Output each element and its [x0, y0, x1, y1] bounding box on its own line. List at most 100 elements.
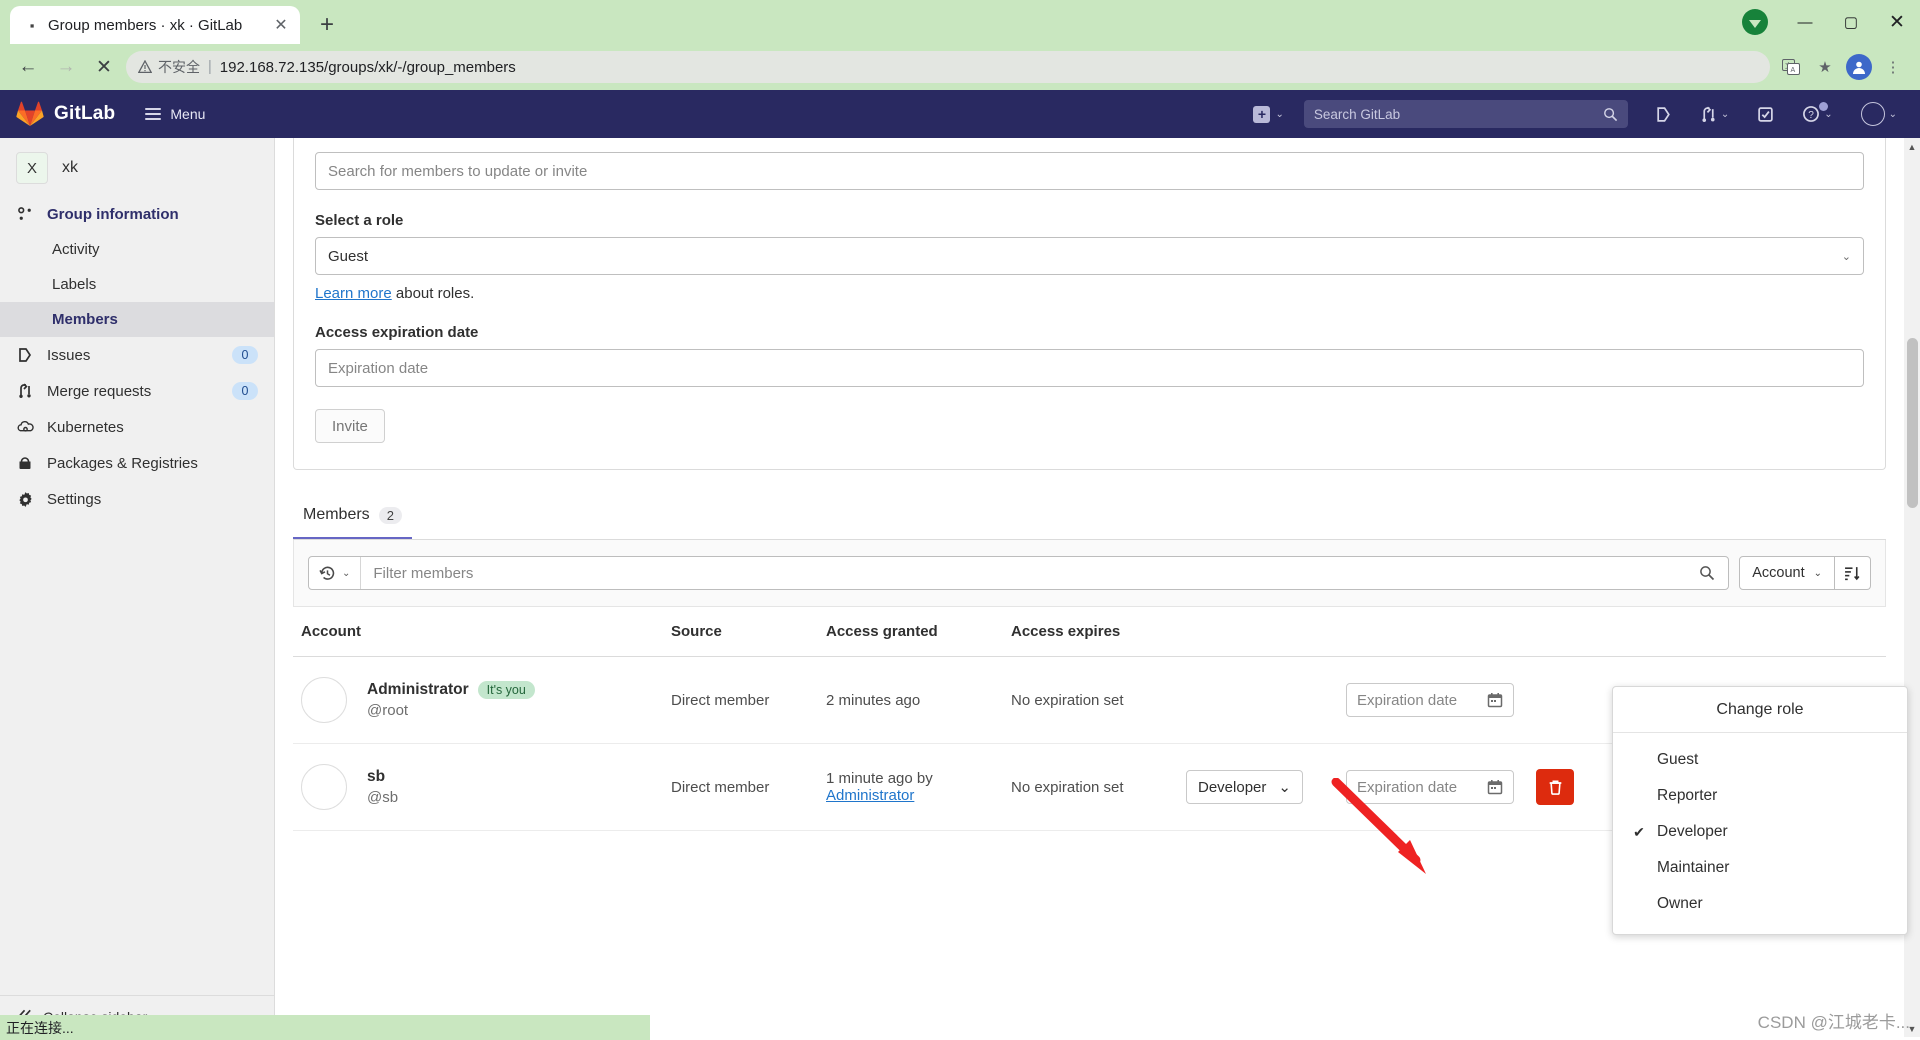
translate-icon[interactable]: 文 A [1776, 52, 1806, 82]
avatar [301, 677, 347, 723]
insecure-indicator[interactable]: 不安全 [138, 57, 200, 77]
scroll-up-arrow-icon[interactable]: ▲ [1904, 138, 1920, 155]
member-search-input[interactable] [315, 152, 1864, 190]
group-icon [16, 205, 34, 223]
browser-tabstrip: ▪ Group members · xk · GitLab ✕ + — ▢ ✕ [0, 0, 1920, 44]
issues-icon [1657, 106, 1670, 122]
expiration-date-input[interactable] [1357, 691, 1481, 709]
sidebar-item-packages-registries[interactable]: Packages & Registries [0, 445, 274, 481]
gitlab-brand-label: GitLab [54, 103, 116, 124]
merge-requests-nav-button[interactable]: ⌄ [1693, 106, 1736, 123]
access-expiration-input[interactable] [315, 349, 1864, 387]
new-tab-button[interactable]: + [310, 8, 344, 42]
recording-indicator-icon[interactable] [1742, 9, 1768, 35]
sidebar-item-merge-requests[interactable]: Merge requests 0 [0, 373, 274, 409]
member-role-dropdown-button[interactable]: Developer ⌄ [1186, 770, 1303, 804]
stop-loading-button[interactable]: ✕ [88, 51, 120, 83]
tab-close-icon[interactable]: ✕ [270, 14, 292, 36]
gitlab-home-link[interactable]: GitLab [16, 101, 115, 127]
browser-tab[interactable]: ▪ Group members · xk · GitLab ✕ [10, 6, 300, 44]
role-select[interactable]: Guest ⌄ [315, 237, 1864, 275]
sort-direction-button[interactable] [1835, 556, 1871, 590]
url-bar[interactable]: 不安全 | 192.168.72.135/groups/xk/-/group_m… [126, 51, 1770, 83]
svg-text:?: ? [1808, 110, 1814, 121]
sidebar-item-issues[interactable]: Issues 0 [0, 337, 274, 373]
table-header-row: Account Source Access granted Access exp… [293, 607, 1886, 657]
filter-members-box[interactable]: ⌄ [308, 556, 1730, 590]
insecure-label: 不安全 [158, 59, 200, 75]
sidebar-item-settings[interactable]: Settings [0, 481, 274, 517]
expiration-date-input[interactable] [1357, 778, 1481, 796]
sort-descending-icon [1845, 566, 1860, 580]
role-select-value: Guest [328, 247, 369, 265]
gitlab-logo-icon [16, 101, 44, 126]
column-role [1178, 607, 1338, 657]
member-name[interactable]: sb [367, 768, 398, 786]
app-body: X xk Group information Activity Labels M… [0, 138, 1920, 1037]
member-name[interactable]: Administrator It's you [367, 681, 535, 699]
column-access-granted: Access granted [818, 607, 1003, 657]
granted-by-link[interactable]: Administrator [826, 787, 914, 804]
todos-nav-button[interactable] [1750, 106, 1781, 123]
sidebar-item-members[interactable]: Members [0, 302, 274, 337]
invite-button[interactable]: Invite [315, 409, 385, 443]
role-option-owner[interactable]: Owner [1613, 886, 1907, 922]
granted-time-label: 1 minute ago by [826, 770, 933, 787]
role-option-guest[interactable]: Guest [1613, 742, 1907, 778]
cell-source: Direct member [663, 656, 818, 744]
maximize-button[interactable]: ▢ [1828, 0, 1874, 44]
role-option-maintainer[interactable]: Maintainer [1613, 850, 1907, 886]
column-account: Account [293, 607, 663, 657]
main-menu-button[interactable]: Menu [145, 106, 205, 122]
remove-member-button[interactable] [1536, 769, 1574, 805]
role-option-developer[interactable]: ✔ Developer [1613, 814, 1907, 850]
chevron-down-icon: ⌄ [1275, 108, 1284, 120]
bookmark-star-icon[interactable]: ★ [1810, 52, 1840, 82]
role-option-label: Guest [1657, 751, 1699, 768]
user-menu-button[interactable]: ⌄ [1854, 102, 1904, 126]
member-name-label: Administrator [367, 681, 469, 698]
chevron-down-icon: ⌄ [1888, 108, 1897, 120]
help-nav-button[interactable]: ? ⌄ [1795, 102, 1839, 123]
help-circle-icon: ? [1803, 106, 1820, 122]
search-icon [1700, 566, 1715, 581]
role-option-reporter[interactable]: Reporter [1613, 778, 1907, 814]
group-header[interactable]: X xk [0, 138, 274, 196]
scrollbar-thumb[interactable] [1907, 338, 1918, 508]
tab-count-badge: 2 [378, 506, 402, 524]
sidebar-item-labels[interactable]: Labels [0, 267, 274, 302]
chevron-down-icon: ⌄ [1278, 779, 1291, 796]
column-access-expires: Access expires [1003, 607, 1178, 657]
sort-by-label: Account [1752, 565, 1805, 581]
browser-menu-icon[interactable]: ⋮ [1878, 52, 1908, 82]
browser-omnibar: ← → ✕ 不安全 | 192.168.72.135/groups/xk/-/g… [0, 44, 1920, 90]
cell-role [1178, 656, 1338, 744]
sort-by-button[interactable]: Account ⌄ [1739, 556, 1835, 590]
change-role-options: Guest Reporter ✔ Developer Maintainer Ow… [1613, 733, 1907, 934]
tab-members[interactable]: Members 2 [293, 506, 412, 539]
cell-expiration [1338, 656, 1528, 744]
create-new-button[interactable]: + ⌄ [1253, 105, 1284, 123]
hamburger-icon [145, 108, 162, 120]
minimize-button[interactable]: — [1782, 0, 1828, 44]
back-button[interactable]: ← [12, 51, 44, 83]
window-close-button[interactable]: ✕ [1874, 0, 1920, 44]
profile-avatar[interactable] [1844, 52, 1874, 82]
navbar-search-input[interactable]: Search GitLab [1303, 100, 1628, 128]
menu-label: Menu [170, 106, 206, 122]
forward-button[interactable]: → [50, 51, 82, 83]
learn-more-rest: about roles. [391, 285, 475, 302]
issues-nav-button[interactable] [1648, 106, 1679, 123]
filter-members-input[interactable] [361, 557, 1687, 589]
sidebar-item-activity[interactable]: Activity [0, 232, 274, 267]
sidebar-item-label: Group information [47, 205, 179, 223]
chevron-down-icon: ⌄ [342, 567, 351, 579]
filter-search-button[interactable] [1686, 565, 1728, 581]
expiration-date-field[interactable] [1346, 770, 1514, 804]
role-option-label: Owner [1657, 895, 1703, 912]
search-history-button[interactable]: ⌄ [309, 557, 362, 589]
expiration-date-field[interactable] [1346, 683, 1514, 717]
sidebar-item-kubernetes[interactable]: Kubernetes [0, 409, 274, 445]
learn-more-link[interactable]: Learn more [315, 285, 392, 302]
sidebar-item-group-information[interactable]: Group information [0, 196, 274, 232]
